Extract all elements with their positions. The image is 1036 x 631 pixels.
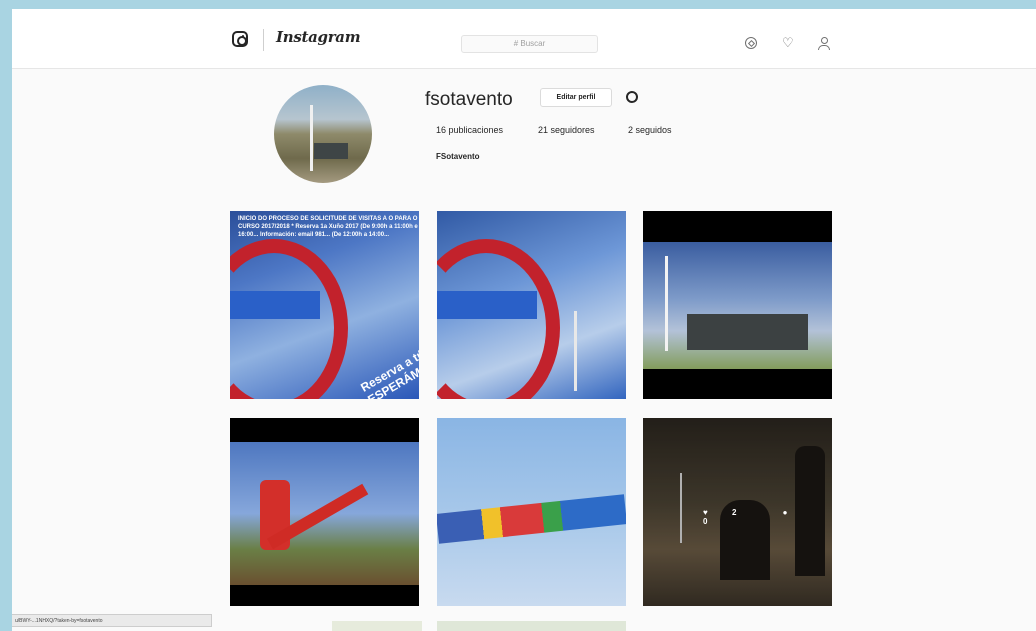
post-hover-stats: ♥ 2 ● 0 — [703, 508, 832, 526]
likes-count: ♥ 2 — [703, 508, 737, 517]
post-banner-text: Reserva a túa ESPERÁMO... — [358, 343, 419, 399]
post-thumbnail-8-partial[interactable] — [437, 621, 626, 631]
post-thumbnail-7-partial[interactable] — [332, 621, 422, 631]
browser-window: Instagram # Buscar ♡ fsotavento Editar p… — [12, 9, 1036, 631]
post-thumbnail-5[interactable] — [437, 418, 626, 606]
gear-icon[interactable] — [626, 91, 638, 103]
compass-icon[interactable] — [745, 37, 757, 49]
wind-turbine — [665, 256, 668, 351]
sculpture-band — [437, 291, 537, 319]
logo-divider — [263, 29, 264, 51]
browser-status-url: u/BWY-...1NHXQ/?taken-by=fsotavento — [12, 614, 212, 627]
comment-icon: ● — [782, 508, 788, 517]
avatar-turbine — [310, 105, 313, 171]
sculpture-band — [230, 291, 320, 319]
user-icon[interactable] — [818, 37, 830, 50]
heart-icon[interactable]: ♡ — [782, 36, 795, 49]
post-thumbnail-2[interactable] — [437, 211, 626, 399]
heart-icon: ♥ — [703, 508, 708, 517]
post-thumbnail-1[interactable]: INICIO DO PROCESO DE SOLICITUDE DE VISIT… — [230, 211, 419, 399]
building — [687, 314, 808, 350]
avatar-building — [314, 143, 348, 159]
profile-full-name: FSotavento — [436, 152, 480, 161]
wind-turbine — [574, 311, 577, 391]
post-thumbnail-3[interactable] — [643, 211, 832, 399]
post-thumbnail-6[interactable]: ♥ 2 ● 0 — [643, 418, 832, 606]
following-count[interactable]: 2 seguidos — [628, 125, 672, 135]
sculpture-ring — [437, 239, 560, 399]
instagram-logo-icon[interactable] — [232, 31, 248, 47]
sculpture-ring — [230, 239, 348, 399]
post-overlay-text: INICIO DO PROCESO DE SOLICITUDE DE VISIT… — [238, 216, 418, 238]
posts-count: 16 publicaciones — [436, 125, 504, 135]
windsock — [437, 494, 626, 544]
search-input[interactable]: # Buscar — [461, 35, 598, 53]
edit-profile-button[interactable]: Editar perfil — [540, 88, 612, 107]
profile-username: fsotavento — [425, 89, 513, 110]
post-thumbnail-4[interactable] — [230, 418, 419, 606]
followers-count[interactable]: 21 seguidores — [538, 125, 595, 135]
profile-avatar[interactable] — [274, 85, 372, 183]
instagram-wordmark[interactable]: Instagram — [276, 28, 361, 46]
top-navigation-bar: Instagram # Buscar ♡ — [12, 9, 1036, 69]
